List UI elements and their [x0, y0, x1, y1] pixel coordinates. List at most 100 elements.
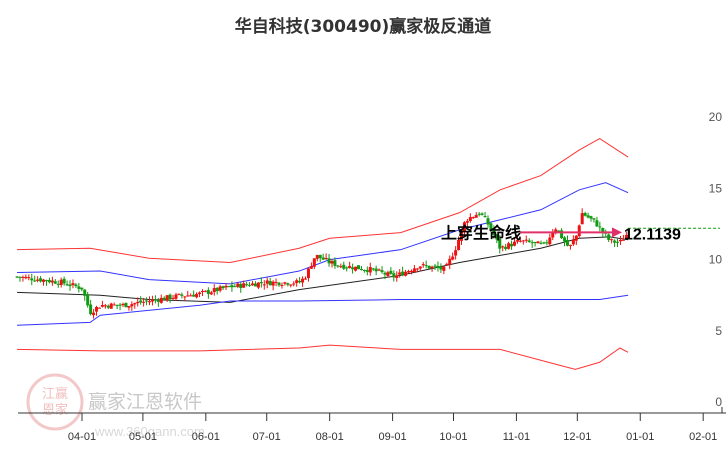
candle-body: [454, 250, 458, 256]
candle-body: [39, 278, 43, 282]
band-upper-red: [17, 137, 629, 264]
candle-body: [145, 300, 149, 302]
candle-body: [409, 270, 413, 272]
watermark-name: 赢家江恩软件: [88, 391, 202, 413]
candle-body: [100, 305, 104, 307]
candle-body: [195, 293, 199, 298]
candle-body: [221, 286, 225, 289]
candle-body: [209, 292, 213, 295]
candle-body: [159, 297, 163, 303]
candle-body: [333, 260, 337, 266]
candle-body: [398, 272, 402, 275]
candle-body: [304, 278, 308, 280]
candle-body: [486, 218, 490, 225]
candle-body: [150, 299, 154, 302]
candle-body: [36, 279, 40, 281]
candle-body: [465, 221, 469, 223]
x-tick-label: 12-01: [563, 431, 591, 443]
candle-body: [359, 268, 363, 270]
candle-body: [433, 265, 437, 267]
candle-body: [583, 212, 587, 216]
candle-body: [106, 305, 110, 308]
candle-body: [342, 264, 346, 269]
x-tick-label: 02-01: [689, 431, 717, 443]
candle-body: [192, 294, 196, 297]
y-tick-label: 10: [709, 253, 723, 267]
candle-body: [53, 281, 57, 284]
candle-body: [618, 239, 622, 242]
candle-body: [536, 241, 540, 244]
watermark-seal-text: 恩家: [42, 402, 68, 417]
candle-body: [339, 266, 343, 268]
candle-body: [265, 280, 269, 284]
candle-body: [18, 276, 22, 278]
candle-body: [380, 270, 384, 273]
candle-body: [21, 276, 25, 278]
candle-body: [133, 303, 137, 305]
signal-label: 上穿生命线: [441, 223, 521, 242]
candle-body: [33, 280, 37, 282]
candle-body: [124, 302, 128, 308]
candle-body: [295, 280, 299, 284]
x-tick-label: 01-01: [626, 431, 654, 443]
candle-body: [174, 294, 178, 299]
candle-body: [395, 275, 399, 278]
candle-body: [177, 293, 181, 295]
candle-body: [371, 268, 375, 270]
candle-body: [227, 286, 231, 288]
chart-svg: 江赢恩家 赢家江恩软件www.360gann.com04-01 05-01 06-01…: [15, 110, 726, 443]
candle-body: [530, 242, 534, 244]
arrow-head-icon: [612, 227, 622, 238]
candle-body: [439, 266, 443, 270]
candle-body: [345, 267, 349, 269]
candle-body: [86, 294, 90, 306]
candle-body: [139, 300, 143, 303]
chart-container: 华自科技(300490)赢家极反通道 江赢 恩家 赢家江恩软件 www.360gann…: [0, 0, 726, 450]
candle-body: [56, 283, 60, 285]
candle-body: [327, 258, 331, 264]
candle-body: [483, 216, 487, 218]
y-tick-label: 5: [715, 324, 722, 338]
y-tick-label: 15: [709, 181, 723, 195]
candle-body: [97, 307, 101, 309]
candle-body: [186, 295, 190, 297]
candle-body: [74, 284, 78, 287]
candle-body: [580, 213, 584, 225]
candle-body: [565, 239, 569, 246]
candle-body: [251, 283, 255, 286]
candle-body: [315, 255, 319, 259]
x-tick-label: 07-01: [253, 431, 281, 443]
candle-body: [563, 237, 567, 242]
candle-body: [203, 290, 207, 292]
candle-body: [242, 283, 246, 288]
candle-body: [321, 257, 325, 260]
candle-body: [501, 246, 505, 248]
candle-body: [156, 300, 160, 302]
candle-body: [301, 278, 305, 283]
candle-body: [318, 254, 322, 259]
candle-body: [424, 265, 428, 267]
candle-body: [442, 266, 446, 271]
candle-body: [298, 280, 302, 283]
candle-body: [309, 266, 313, 269]
candle-body: [586, 215, 590, 218]
candle-body: [430, 266, 434, 268]
candle-body: [362, 270, 366, 272]
candle-body: [127, 306, 131, 308]
candle-body: [539, 242, 543, 244]
candle-body: [474, 215, 478, 218]
candle-body: [451, 256, 455, 260]
candle-body: [336, 265, 340, 267]
candle-body: [527, 240, 531, 242]
x-tick-label: 10-01: [439, 431, 467, 443]
candle-body: [368, 267, 372, 273]
candle-body: [401, 271, 405, 276]
candle-body: [42, 279, 46, 282]
candle-body: [577, 225, 581, 237]
candle-body: [259, 282, 263, 284]
candle-body: [230, 285, 234, 288]
y-tick-label: 0: [715, 395, 722, 409]
candle-body: [610, 239, 614, 241]
candle-body: [412, 268, 416, 272]
candle-body: [598, 226, 602, 228]
